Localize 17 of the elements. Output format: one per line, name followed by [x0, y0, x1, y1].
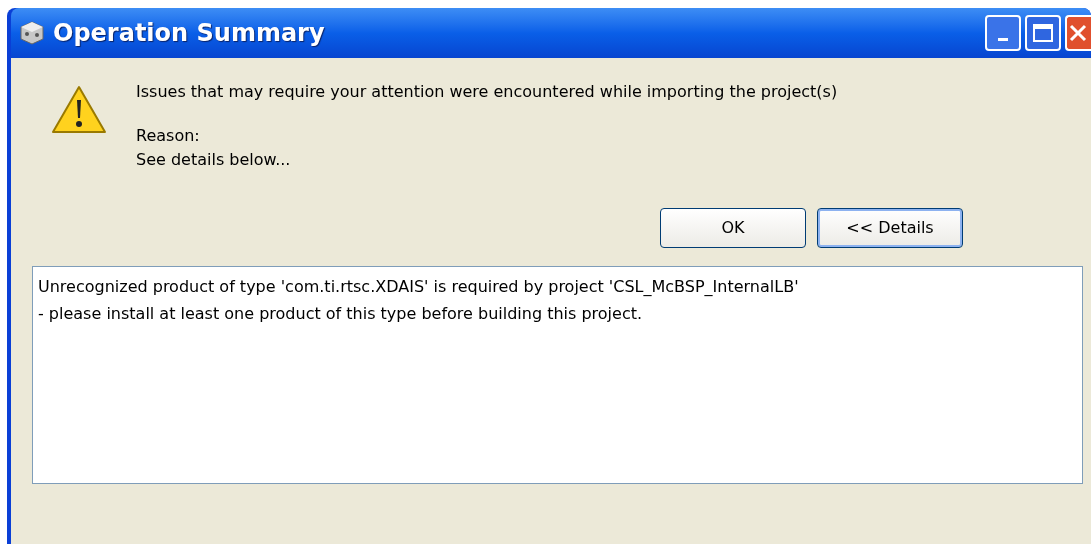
minimize-button[interactable] — [985, 15, 1021, 51]
warning-icon — [50, 84, 108, 136]
dialog-button[interactable]: << Details — [817, 208, 963, 248]
details-text-area[interactable]: Unrecognized product of type 'com.ti.rtsc.XDAIS' is required by project 'CSL_McBSP_InternalLB' - please install at least one product of this type before building this project. — [32, 266, 1083, 484]
cube-icon — [19, 20, 45, 46]
window-title: Operation Summary — [53, 18, 325, 49]
close-icon — [1069, 24, 1087, 42]
details-line: Unrecognized product of type 'com.ti.rtsc.XDAIS' is required by project 'CSL_McBSP_InternalLB' — [38, 276, 800, 298]
message-text: Issues that may require your attention were encountered while importing the project(s) — [136, 82, 838, 102]
close-button[interactable] — [1065, 15, 1091, 51]
minimize-icon — [998, 38, 1008, 41]
dialog-button[interactable]: OK — [660, 208, 806, 248]
reason-text: See details below... — [136, 150, 292, 170]
maximize-icon — [1033, 24, 1053, 42]
maximize-button[interactable] — [1025, 15, 1061, 51]
details-line: - please install at least one product of this type before building this project. — [38, 303, 644, 325]
reason-label: Reason: — [136, 126, 201, 146]
